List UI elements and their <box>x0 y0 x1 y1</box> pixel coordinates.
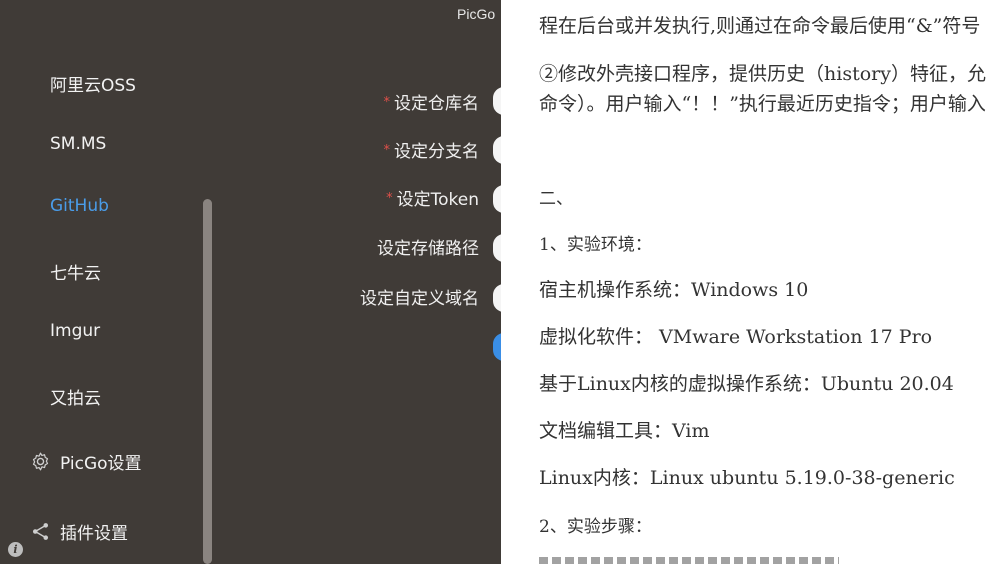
path-label: 设定存储路径 <box>377 239 479 259</box>
form-row-path: 设定存储路径 <box>340 234 501 264</box>
sidebar-item-picgo-settings[interactable]: PicGo设置 <box>30 449 142 474</box>
confirm-button[interactable] <box>493 333 501 361</box>
document-line: 文档编辑工具：Vim <box>539 420 710 442</box>
required-mark: * <box>386 191 393 206</box>
required-mark: * <box>383 95 391 110</box>
form-row-token: * 设定Token <box>340 185 501 215</box>
custom-domain-label: 设定自定义域名 <box>360 289 479 309</box>
document-line: 二、 <box>539 189 573 209</box>
document-line: 虚拟化软件： VMware Workstation 17 Pro <box>539 326 933 348</box>
document-partial-line-bottom <box>539 557 839 564</box>
sidebar-item-upyun[interactable]: 又拍云 <box>50 384 101 409</box>
branch-label: * 设定分支名 <box>383 142 480 162</box>
token-label: * 设定Token <box>386 190 479 210</box>
picgo-settings-label: PicGo设置 <box>60 454 142 474</box>
path-input[interactable] <box>493 234 501 262</box>
sidebar-item-smms[interactable]: SM.MS <box>50 134 106 154</box>
info-icon[interactable]: i <box>8 542 23 557</box>
form-row-branch: * 设定分支名 <box>340 136 501 166</box>
share-icon <box>30 521 51 542</box>
plugin-settings-label: 插件设置 <box>60 524 128 544</box>
sidebar-scrollbar[interactable] <box>203 199 212 564</box>
picgo-window: PicGo 阿里云OSS SM.MS GitHub 七牛云 Imgur 又拍云 … <box>0 0 501 564</box>
branch-input[interactable] <box>493 136 501 164</box>
sidebar-item-imgur[interactable]: Imgur <box>50 321 100 341</box>
document-line: 基于Linux内核的虚拟操作系统：Ubuntu 20.04 <box>539 373 954 395</box>
document-line: 命令）。用户输入“！！”执行最近历史指令；用户输入 <box>539 93 986 115</box>
sidebar-item-github[interactable]: GitHub <box>50 196 109 216</box>
document-line: Linux内核：Linux ubuntu 5.19.0-38-generic <box>539 467 955 489</box>
form-row-custom-domain: 设定自定义域名 <box>340 284 501 314</box>
repo-label: * 设定仓库名 <box>383 94 480 114</box>
gear-icon <box>30 451 51 472</box>
custom-domain-input[interactable] <box>493 284 501 312</box>
sidebar-item-plugin-settings[interactable]: 插件设置 <box>30 519 128 544</box>
document-line: 宿主机操作系统：Windows 10 <box>539 279 809 301</box>
required-mark: * <box>383 143 391 158</box>
app-title: PicGo <box>457 6 496 22</box>
document-line: ②修改外壳接口程序，提供历史（history）特征，允 <box>539 63 986 85</box>
document-partial-line-top <box>539 0 799 2</box>
document-line: 2、实验步骤： <box>539 517 652 537</box>
sidebar-item-qiniu[interactable]: 七牛云 <box>50 259 101 284</box>
document-pane: 程在后台或并发执行,则通过在命令最后使用“&”符号 ②修改外壳接口程序，提供历史… <box>501 0 1000 564</box>
sidebar-item-aliyun-oss[interactable]: 阿里云OSS <box>50 71 136 96</box>
form-row-confirm <box>340 333 501 363</box>
form-row-repo: * 设定仓库名 <box>340 87 501 117</box>
token-input[interactable] <box>493 185 501 213</box>
repo-input[interactable] <box>493 87 501 115</box>
document-line: 程在后台或并发执行,则通过在命令最后使用“&”符号 <box>539 15 981 37</box>
document-line: 1、实验环境： <box>539 235 652 255</box>
